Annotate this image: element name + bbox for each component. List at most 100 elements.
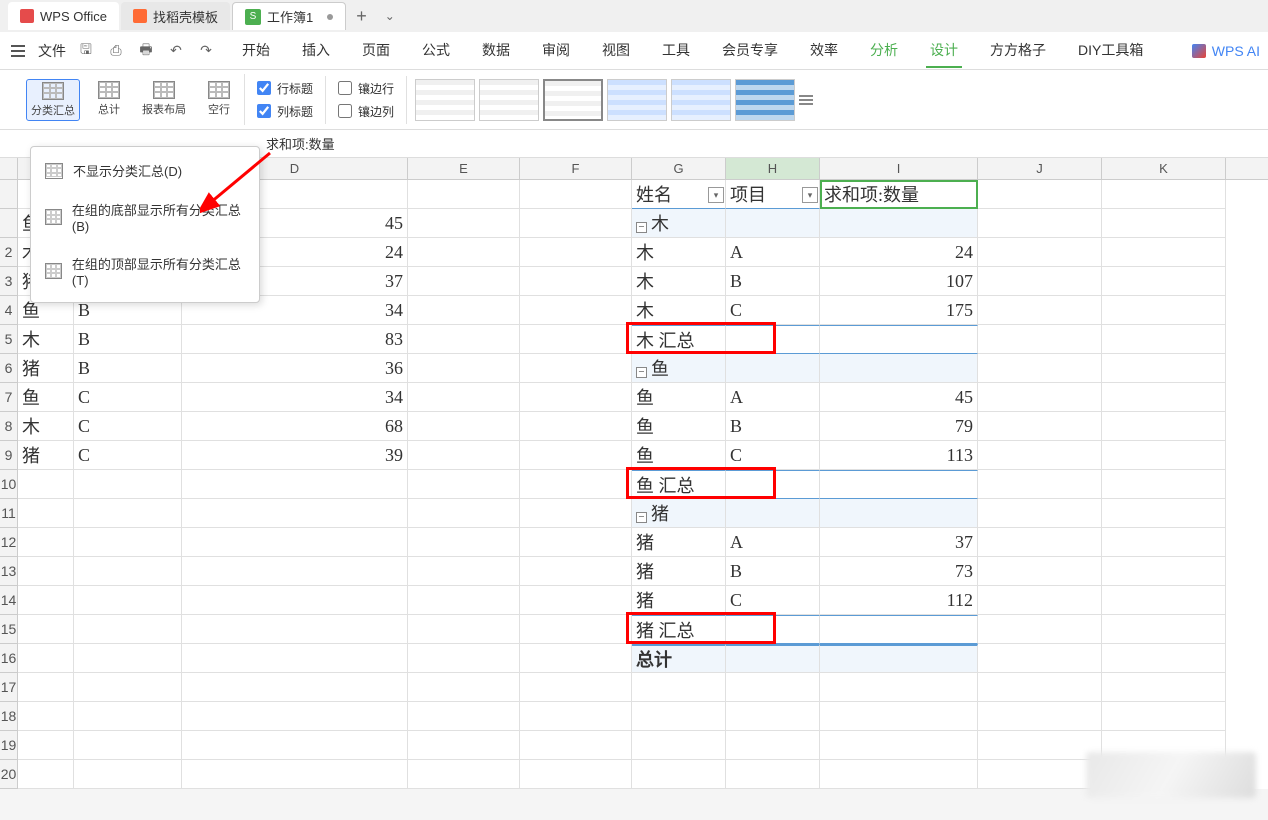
cell[interactable] — [182, 499, 408, 528]
cell[interactable] — [520, 673, 632, 702]
cell[interactable] — [978, 180, 1102, 209]
cell[interactable]: 猪 汇总 — [632, 615, 726, 644]
row-header-4[interactable]: 4 — [0, 296, 18, 325]
cell[interactable] — [1102, 673, 1226, 702]
menu-insert[interactable]: 插入 — [298, 34, 334, 68]
cell[interactable] — [1102, 557, 1226, 586]
row-header-15[interactable]: 15 — [0, 615, 18, 644]
cell[interactable] — [978, 325, 1102, 354]
menu-design[interactable]: 设计 — [926, 34, 962, 68]
cell[interactable]: C — [74, 383, 182, 412]
cell[interactable] — [408, 644, 520, 673]
layout-button[interactable]: 报表布局 — [138, 79, 190, 121]
cell[interactable] — [1102, 325, 1226, 354]
col-header-H[interactable]: H — [726, 158, 820, 179]
cell[interactable]: 猪 — [632, 557, 726, 586]
cell[interactable]: 鱼 — [632, 412, 726, 441]
row-header-18[interactable]: 18 — [0, 702, 18, 731]
cell[interactable] — [632, 673, 726, 702]
col-header-I[interactable]: I — [820, 158, 978, 179]
cell[interactable] — [182, 731, 408, 760]
cell[interactable]: 113 — [820, 441, 978, 470]
cell[interactable]: A — [726, 383, 820, 412]
cell[interactable] — [978, 673, 1102, 702]
col-header-K[interactable]: K — [1102, 158, 1226, 179]
cell[interactable]: −鱼 — [632, 354, 726, 383]
cell[interactable]: 总计 — [632, 644, 726, 673]
menu-square[interactable]: 方方格子 — [986, 34, 1050, 68]
row-header-20[interactable]: 20 — [0, 760, 18, 789]
cell[interactable] — [408, 702, 520, 731]
cell[interactable]: 45 — [820, 383, 978, 412]
cell[interactable] — [74, 760, 182, 789]
cell[interactable] — [74, 586, 182, 615]
cell[interactable]: A — [726, 238, 820, 267]
cell[interactable]: 鱼 汇总 — [632, 470, 726, 499]
cell[interactable]: 鱼 — [632, 383, 726, 412]
cell[interactable] — [182, 528, 408, 557]
gallery-more-button[interactable] — [799, 95, 817, 105]
cell[interactable]: 木 — [18, 412, 74, 441]
print-icon[interactable]: 🖶 — [136, 41, 156, 61]
cell[interactable] — [182, 586, 408, 615]
cell[interactable] — [18, 644, 74, 673]
band-col-checkbox[interactable] — [338, 104, 352, 118]
collapse-icon[interactable]: − — [636, 512, 647, 523]
check-col-header[interactable]: 列标题 — [257, 103, 313, 120]
row-header-9[interactable]: 9 — [0, 441, 18, 470]
cell[interactable] — [520, 180, 632, 209]
cell[interactable] — [820, 354, 978, 383]
cell[interactable]: 鱼 — [18, 383, 74, 412]
cell[interactable]: 112 — [820, 586, 978, 615]
cell[interactable] — [726, 644, 820, 673]
cell[interactable] — [182, 615, 408, 644]
cell[interactable]: 73 — [820, 557, 978, 586]
select-all-corner[interactable] — [0, 158, 18, 179]
row-header-14[interactable]: 14 — [0, 586, 18, 615]
cell[interactable] — [978, 412, 1102, 441]
cell[interactable] — [18, 557, 74, 586]
cell[interactable]: 木 — [18, 325, 74, 354]
cell[interactable] — [726, 354, 820, 383]
style-swatch-3[interactable] — [543, 79, 603, 121]
cell[interactable]: 107 — [820, 267, 978, 296]
cell[interactable] — [408, 412, 520, 441]
cell[interactable]: 175 — [820, 296, 978, 325]
cell[interactable]: B — [726, 412, 820, 441]
style-swatch-6[interactable] — [735, 79, 795, 121]
cell[interactable] — [408, 267, 520, 296]
cell[interactable] — [520, 325, 632, 354]
cell[interactable] — [74, 731, 182, 760]
cell[interactable] — [408, 528, 520, 557]
cell[interactable]: 鱼 — [632, 441, 726, 470]
style-swatch-4[interactable] — [607, 79, 667, 121]
cell[interactable] — [520, 499, 632, 528]
cell[interactable]: 36 — [182, 354, 408, 383]
cell[interactable] — [182, 673, 408, 702]
hamburger-icon[interactable] — [8, 41, 28, 61]
cell[interactable] — [1102, 180, 1226, 209]
cell[interactable] — [1102, 586, 1226, 615]
cell[interactable] — [408, 499, 520, 528]
cell[interactable] — [520, 238, 632, 267]
cell[interactable] — [978, 586, 1102, 615]
cell[interactable] — [408, 180, 520, 209]
cell[interactable] — [520, 209, 632, 238]
row-header-16[interactable]: 16 — [0, 644, 18, 673]
redo-icon[interactable]: ↷ — [196, 41, 216, 61]
menu-review[interactable]: 审阅 — [538, 34, 574, 68]
cell[interactable]: 83 — [182, 325, 408, 354]
cell[interactable] — [408, 615, 520, 644]
cell[interactable] — [74, 644, 182, 673]
cell[interactable] — [978, 760, 1102, 789]
cell[interactable]: −木 — [632, 209, 726, 238]
cell[interactable]: 求和项:数量 — [820, 180, 978, 209]
cell[interactable] — [408, 673, 520, 702]
cell[interactable] — [978, 470, 1102, 499]
cell[interactable] — [726, 673, 820, 702]
row-header-2[interactable]: 2 — [0, 238, 18, 267]
cell[interactable]: C — [74, 412, 182, 441]
cell[interactable] — [632, 760, 726, 789]
cell[interactable] — [978, 267, 1102, 296]
dropdown-no-subtotal[interactable]: 不显示分类汇总(D) — [31, 151, 259, 190]
